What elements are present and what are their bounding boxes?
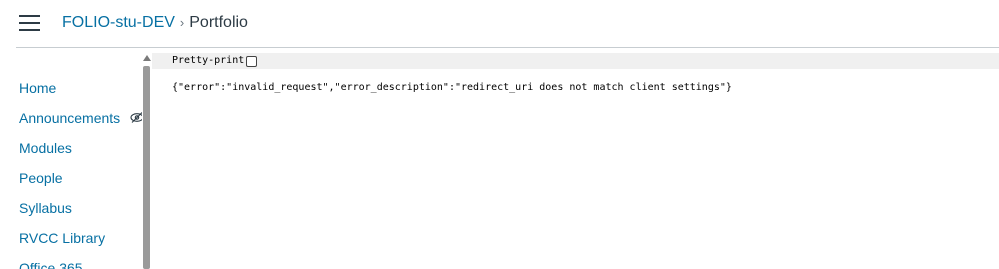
breadcrumb: FOLIO-stu-DEV › Portfolio [62,12,248,34]
pretty-print-label: Pretty-print [172,55,245,66]
sidebar-item-label: RVCC Library [19,230,106,246]
sidebar-item-label: Modules [19,140,72,156]
breadcrumb-current-page: Portfolio [189,14,248,31]
scroll-up-arrow-icon[interactable] [142,53,152,63]
sidebar-scrollbar[interactable] [142,53,152,269]
sidebar-item-announcements[interactable]: Announcements [19,108,142,128]
sidebar-item-office-365[interactable]: Office 365 [19,258,83,269]
hamburger-menu-icon[interactable] [19,15,40,31]
sidebar-item-label: Office 365 [19,260,83,269]
sidebar-item-rvcc-library[interactable]: RVCC Library [19,228,105,248]
content-frame: Pretty-print {"error":"invalid_request",… [152,53,999,269]
header-divider [16,47,999,48]
pretty-print-toolbar: Pretty-print [152,53,999,69]
sidebar-item-people[interactable]: People [19,168,63,188]
sidebar-item-label: Announcements [19,110,121,126]
top-bar: FOLIO-stu-DEV › Portfolio [0,0,999,46]
sidebar-item-label: Home [19,80,57,96]
json-response-text: {"error":"invalid_request","error_descri… [172,82,732,93]
scrollbar-thumb[interactable] [143,66,150,269]
breadcrumb-separator-icon: › [179,15,185,30]
sidebar-item-modules[interactable]: Modules [19,138,72,158]
pretty-print-checkbox[interactable] [246,56,257,67]
sidebar-item-syllabus[interactable]: Syllabus [19,198,72,218]
sidebar-item-home[interactable]: Home [19,78,56,98]
course-navigation: Home Announcements Modules People Syllab… [0,48,142,269]
eye-slash-icon [130,112,142,124]
breadcrumb-course-link[interactable]: FOLIO-stu-DEV [62,14,175,31]
sidebar-item-label: Syllabus [19,200,72,216]
sidebar-item-label: People [19,170,63,186]
